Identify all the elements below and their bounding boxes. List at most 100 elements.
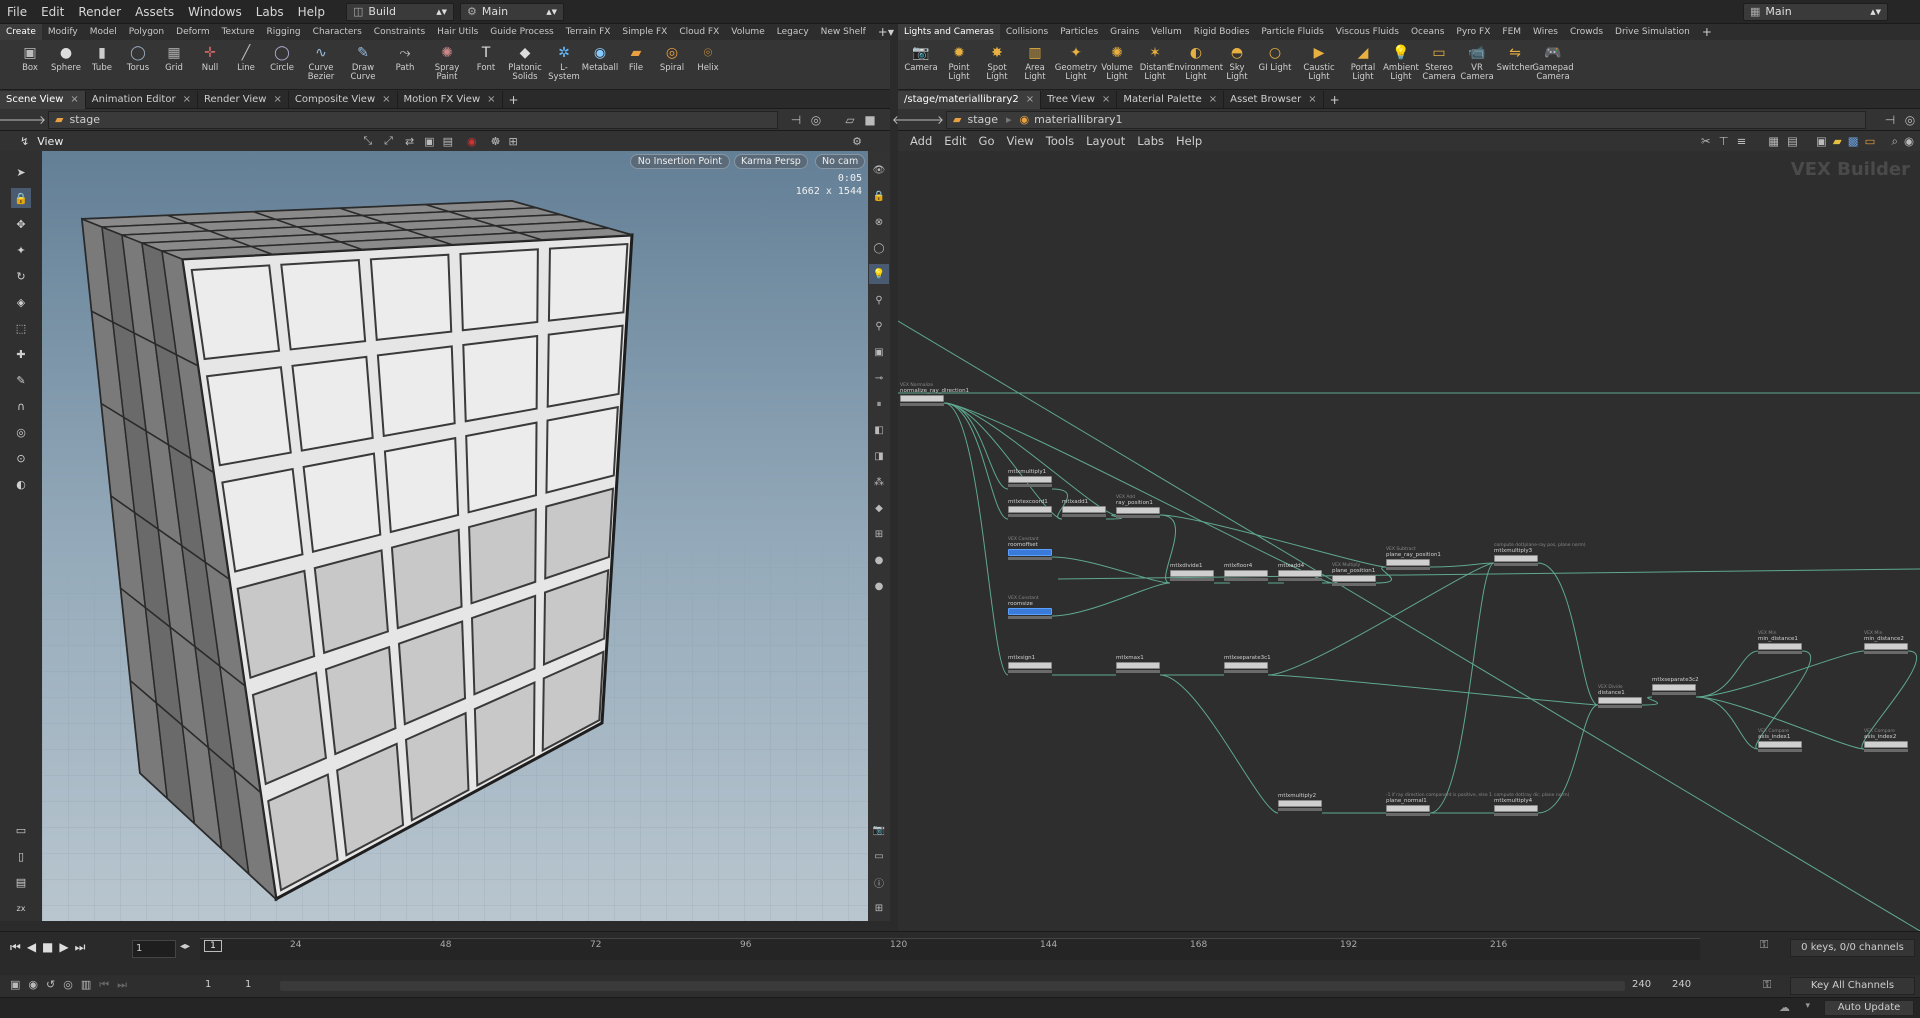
transform-icon[interactable]: ✥ (11, 214, 31, 234)
tool-button[interactable]: ╱ Line (228, 40, 264, 82)
sphere-icon[interactable]: ● (869, 550, 889, 570)
search-icon[interactable]: ⌕ (1892, 134, 1898, 149)
dropdown-icon[interactable]: ▾ (1805, 1001, 1810, 1011)
network-node[interactable]: mtlxadd1 (1062, 499, 1106, 517)
flipbook-icon[interactable]: ▭ (869, 846, 889, 866)
node-body[interactable] (1170, 570, 1214, 577)
pose-icon[interactable]: ✚ (11, 344, 31, 364)
network-node[interactable]: mtlxseparate3c1 (1224, 655, 1271, 673)
node-body[interactable] (1008, 506, 1052, 513)
menu-item-edit[interactable]: Edit (34, 0, 71, 24)
range-end2-field[interactable]: 240 (1672, 979, 1691, 990)
pane-tab[interactable]: Tree View × (1041, 90, 1118, 109)
close-icon[interactable]: × (183, 94, 191, 105)
view-tool-icon[interactable]: ◎ (11, 422, 31, 442)
network-node[interactable]: VEX Multiply plane_position1 (1332, 563, 1376, 586)
tool-button[interactable]: ◢ Portal Light (1344, 40, 1382, 82)
pane-tab[interactable]: Scene View × (0, 90, 86, 109)
node-body[interactable] (1278, 570, 1322, 577)
network-editor[interactable]: VEX Builder VEX Normalize normalize_ray_d… (898, 151, 1920, 931)
tool-button[interactable]: ✺ Volume Light (1098, 40, 1136, 82)
network-node[interactable]: VEX Subtract plane_ray_position1 (1386, 547, 1441, 570)
lock-icon[interactable]: 🔒 (11, 188, 31, 208)
node-body[interactable] (1494, 555, 1538, 562)
bottom-tool-icon[interactable]: ▭ (11, 820, 31, 840)
display-icon[interactable]: ▣ (424, 135, 434, 148)
shelf-tab[interactable]: Oceans (1405, 24, 1450, 40)
shelf-tab[interactable]: Wires (1527, 24, 1564, 40)
visibility-icon[interactable]: ☸ (491, 135, 501, 148)
add-tab-icon[interactable]: + (878, 25, 888, 39)
shelf-tab[interactable]: Simple FX (616, 24, 673, 40)
timeline-ruler[interactable]: 1 24 48 72 96 120 144 168 192 216 (200, 938, 1700, 960)
channel-icon[interactable]: ⚿ (1763, 978, 1771, 992)
pane-tab[interactable]: /stage/materiallibrary2 × (898, 90, 1042, 109)
handle-icon[interactable]: ⬚ (11, 318, 31, 338)
node-body[interactable] (1758, 643, 1802, 650)
pane-icon[interactable]: ▱ (840, 109, 860, 131)
network-node[interactable]: mtlxtexcoord1 (1008, 499, 1052, 517)
network-node[interactable]: mtlxmax1 (1116, 655, 1160, 673)
network-node[interactable]: mtlxmultiply2 (1278, 793, 1322, 811)
shelf-tab[interactable]: Characters (307, 24, 368, 40)
network-menu-item[interactable]: Help (1176, 134, 1202, 148)
light2-icon[interactable]: ⚲ (869, 290, 889, 310)
select-icon[interactable]: ➤ (11, 162, 31, 182)
swap-icon[interactable]: ⇄ (405, 135, 414, 148)
tool-button[interactable]: ○ GI Light (1256, 40, 1294, 82)
tool-button[interactable]: ✹ Point Light (940, 40, 978, 82)
close-camera-icon[interactable]: ⊗ (869, 212, 889, 232)
network-node[interactable]: mtlxmultiply1 (1008, 469, 1052, 487)
tool-button[interactable]: ▰ File (618, 40, 654, 82)
node-body[interactable] (1864, 741, 1908, 748)
ruler-icon[interactable]: ▥ (81, 978, 91, 992)
auto-update-button[interactable]: Auto Update (1824, 1000, 1914, 1016)
camera-icon[interactable]: 📷 (869, 820, 889, 840)
quad-view-icon[interactable]: ⊞ (869, 898, 889, 918)
node-body[interactable] (1864, 643, 1908, 650)
network-node[interactable]: -1 if ray direction component is positiv… (1386, 793, 1492, 816)
prims-icon[interactable]: ◆ (869, 498, 889, 518)
frame-marker[interactable]: 1 (204, 940, 222, 952)
pane-tab[interactable]: Asset Browser × (1224, 90, 1324, 109)
node-body[interactable] (1278, 800, 1322, 807)
tool-button[interactable]: ◐ Environment Light (1169, 40, 1223, 82)
viewport[interactable]: No Insertion Point Karma Persp No cam 0:… (42, 151, 868, 921)
tool-button[interactable]: ∿ Curve Bezier (300, 40, 342, 82)
node-body[interactable] (1494, 805, 1538, 812)
shelf-tab[interactable]: Terrain FX (560, 24, 617, 40)
range-start-field[interactable]: 1 (205, 979, 211, 990)
bottom-tool3-icon[interactable]: ▤ (11, 872, 31, 892)
shelf-tab[interactable]: FEM (1496, 24, 1527, 40)
close-icon[interactable]: × (382, 94, 390, 105)
tool-button[interactable]: ▶ Caustic Light (1294, 40, 1344, 82)
tool-button[interactable]: ● Sphere (48, 40, 84, 82)
first-frame-icon[interactable]: ⏮ (10, 940, 21, 955)
close-icon[interactable]: × (1308, 94, 1316, 105)
close-icon[interactable]: × (70, 94, 78, 105)
network-node[interactable]: VEX Constant roomoffset (1008, 537, 1052, 560)
network-node[interactable]: VEX Normalize normalize_ray_direction1 (900, 383, 969, 406)
tool-button[interactable]: ▭ Stereo Camera (1420, 40, 1458, 82)
shelf-tab[interactable]: Constraints (368, 24, 431, 40)
tool-button[interactable]: ▣ Box (12, 40, 48, 82)
shelf-tab[interactable]: Crowds (1564, 24, 1609, 40)
node-body[interactable] (1224, 662, 1268, 669)
gear-icon[interactable]: ⚙ (852, 135, 862, 148)
network-menu-item[interactable]: Edit (944, 134, 966, 148)
tool-button[interactable]: ◎ Spiral (654, 40, 690, 82)
eye-icon[interactable]: ◉ (1904, 134, 1914, 148)
pane-tab[interactable]: Motion FX View × (398, 90, 503, 109)
camera-button[interactable]: No cam (815, 154, 866, 169)
shelf-tab[interactable]: Vellum (1145, 24, 1187, 40)
shelf-tab[interactable]: Deform (170, 24, 215, 40)
link-icon[interactable]: ◎ (806, 109, 826, 131)
scale-icon[interactable]: ◈ (11, 292, 31, 312)
add-pane-tab-icon[interactable]: + (509, 93, 519, 107)
tool-button[interactable]: ◉ Metaball (582, 40, 618, 82)
menu-item-render[interactable]: Render (71, 0, 128, 24)
snap-icon[interactable]: ⤡ (363, 134, 372, 148)
tool-button[interactable]: ⤳ Path (384, 40, 426, 82)
tool-button[interactable]: 📷 Camera (902, 40, 940, 82)
context-dropdown[interactable]: ⚙ Main ▲▼ (460, 2, 564, 21)
